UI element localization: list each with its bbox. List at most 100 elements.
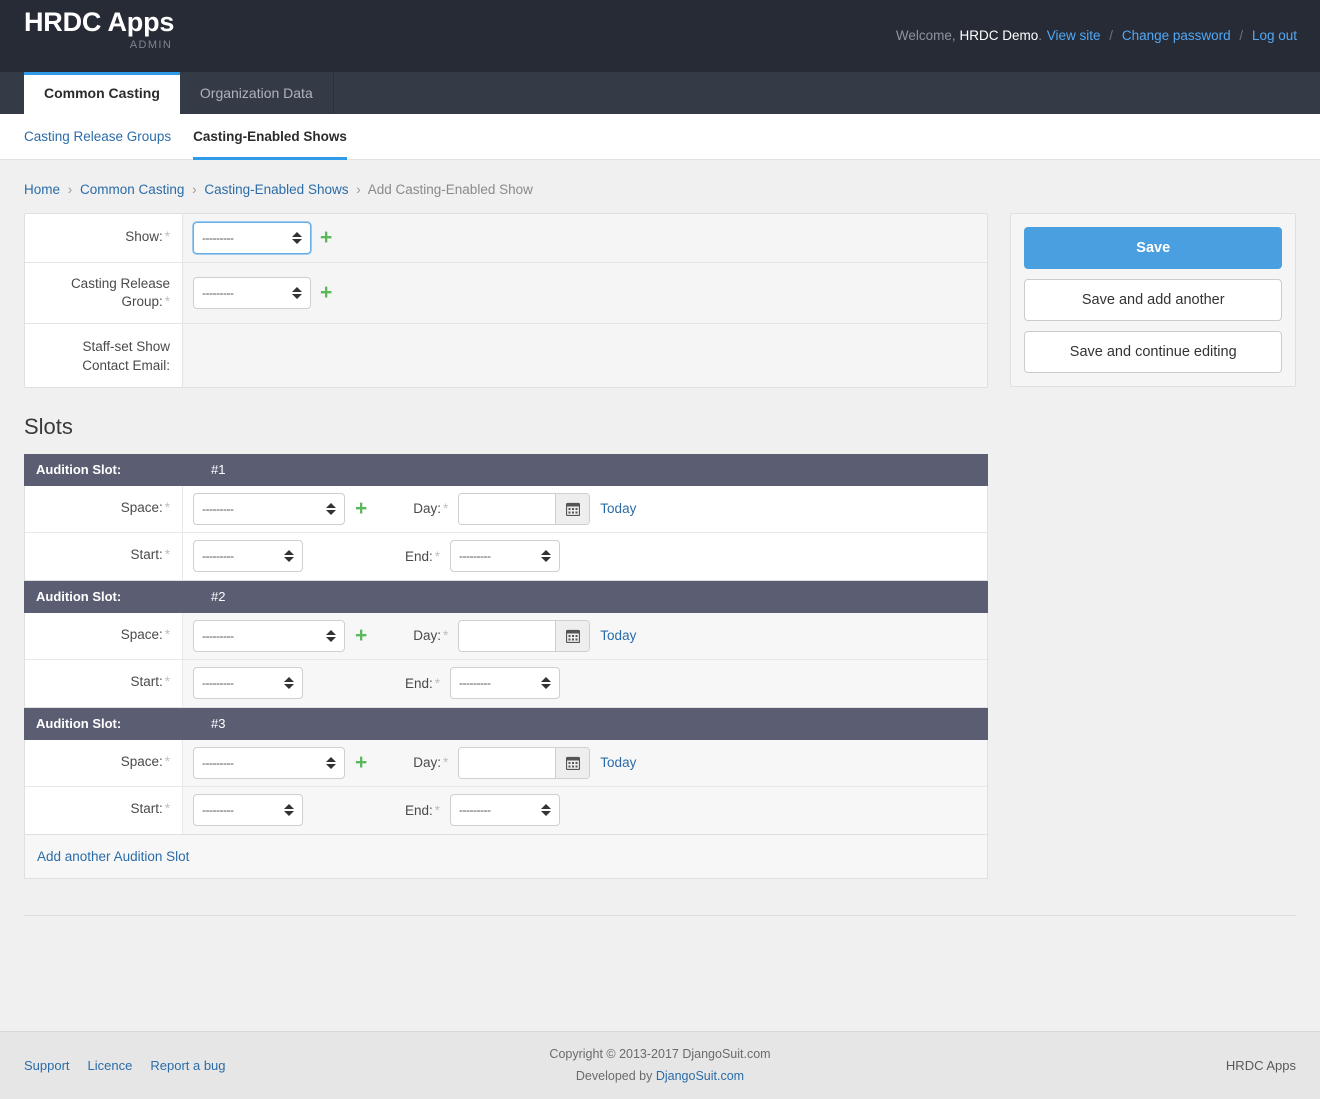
- save-button[interactable]: Save: [1024, 227, 1282, 269]
- today-link-2[interactable]: Today: [600, 628, 636, 643]
- slot-label-start: Start: *: [25, 532, 183, 580]
- content-bottom-divider: [24, 914, 1296, 916]
- slot-control-space-day: --------- + Day: * Today: [183, 612, 988, 659]
- day-field-3[interactable]: [458, 746, 591, 779]
- required-marker: *: [164, 800, 170, 816]
- space-select-2[interactable]: ---------: [193, 619, 345, 652]
- end-select-value: ---------: [459, 549, 491, 564]
- subnav-item-casting-release-groups[interactable]: Casting Release Groups: [24, 114, 171, 160]
- calendar-icon[interactable]: [555, 493, 590, 524]
- day-input-2[interactable]: [459, 620, 556, 651]
- add-show-button[interactable]: +: [320, 227, 332, 248]
- slot-label-day: Day: *: [413, 755, 448, 770]
- brand-subtitle: ADMIN: [129, 39, 173, 51]
- add-space-button-3[interactable]: +: [355, 752, 367, 773]
- tab-organization-data[interactable]: Organization Data: [180, 72, 334, 114]
- day-field-2[interactable]: [458, 619, 591, 652]
- end-select-3[interactable]: ---------: [450, 794, 561, 827]
- report-a-bug-link[interactable]: Report a bug: [150, 1058, 225, 1073]
- slot-label-space: Space: *: [25, 485, 183, 532]
- label-text: End:: [405, 675, 433, 691]
- space-select-3[interactable]: ---------: [193, 746, 345, 779]
- field-control-staff-set-contact-email: [183, 324, 988, 387]
- end-select-1[interactable]: ---------: [450, 540, 561, 573]
- label-text: End:: [405, 548, 433, 564]
- licence-link[interactable]: Licence: [88, 1058, 133, 1073]
- footer-links: Support Licence Report a bug: [24, 1058, 324, 1073]
- slot-header-label: Audition Slot:: [36, 716, 122, 732]
- slot-header-1: Audition Slot: #1: [24, 453, 989, 486]
- chevron-updown-icon: [284, 548, 294, 564]
- slots-title: Slots: [24, 413, 73, 439]
- djangosuit-link[interactable]: DjangoSuit.com: [656, 1069, 744, 1083]
- logout-link[interactable]: Log out: [1252, 28, 1297, 43]
- slot-label-day: Day: *: [413, 501, 448, 516]
- start-select-3[interactable]: ---------: [193, 794, 303, 827]
- day-input-1[interactable]: [459, 493, 556, 524]
- required-marker: *: [164, 673, 170, 689]
- save-and-add-another-button[interactable]: Save and add another: [1024, 279, 1282, 321]
- chevron-updown-icon: [284, 675, 294, 691]
- slot-row-space-day: Space: * --------- + Day: * Today: [25, 485, 988, 533]
- day-field-1[interactable]: [458, 492, 591, 525]
- submit-column: Save Save and add another Save and conti…: [1010, 213, 1296, 387]
- label-text: Casting Release Group:: [70, 276, 170, 310]
- view-site-link[interactable]: View site: [1047, 28, 1101, 43]
- subnav-item-casting-enabled-shows[interactable]: Casting-Enabled Shows: [193, 114, 347, 160]
- show-select-value: ---------: [202, 231, 234, 245]
- slot-label-space: Space: *: [25, 612, 183, 659]
- slot-row-space-day: Space: * --------- + Day: * Today: [25, 739, 988, 787]
- label-text: Space:: [120, 499, 163, 515]
- support-link[interactable]: Support: [24, 1058, 70, 1073]
- slot-label-end: End: *: [405, 549, 440, 564]
- day-input-3[interactable]: [459, 747, 556, 778]
- start-select-2[interactable]: ---------: [193, 667, 303, 700]
- add-another-audition-slot-link[interactable]: Add another Audition Slot: [37, 849, 189, 864]
- brand-title: HRDC Apps: [24, 7, 175, 37]
- tab-common-casting[interactable]: Common Casting: [24, 72, 180, 114]
- copyright-text: Copyright © 2013-2017 DjangoSuit.com: [549, 1046, 771, 1061]
- field-label-show: Show: *: [25, 214, 183, 262]
- space-select-1[interactable]: ---------: [193, 492, 345, 525]
- calendar-icon[interactable]: [555, 747, 590, 778]
- breadcrumb-casting-enabled-shows[interactable]: Casting-Enabled Shows: [204, 182, 348, 197]
- end-select-2[interactable]: ---------: [450, 667, 561, 700]
- welcome-period: .: [1038, 28, 1042, 43]
- slot-header-label: Audition Slot:: [36, 462, 122, 478]
- add-space-button-2[interactable]: +: [355, 625, 367, 646]
- start-select-1[interactable]: ---------: [193, 540, 303, 573]
- slot-number: #2: [211, 589, 226, 605]
- label-text: Show:: [125, 229, 163, 244]
- label-text: Space:: [120, 753, 163, 769]
- breadcrumb: Home › Common Casting › Casting-Enabled …: [0, 160, 1320, 213]
- breadcrumb-common-casting[interactable]: Common Casting: [80, 182, 184, 197]
- slot-label-start: Start: *: [25, 659, 183, 707]
- developed-prefix: Developed by: [575, 1068, 656, 1083]
- slot-label-day: Day: *: [413, 628, 448, 643]
- show-select[interactable]: ---------: [193, 222, 311, 254]
- change-password-link[interactable]: Change password: [1122, 28, 1231, 43]
- breadcrumb-home[interactable]: Home: [24, 182, 60, 197]
- label-text: Start:: [130, 673, 163, 689]
- breadcrumb-sep: ›: [356, 182, 361, 197]
- casting-release-group-select-value: ---------: [202, 286, 234, 301]
- field-label-casting-release-group: Casting Release Group: *: [25, 263, 183, 324]
- required-marker: *: [434, 675, 441, 691]
- required-marker: *: [164, 753, 170, 769]
- save-and-continue-editing-button[interactable]: Save and continue editing: [1024, 331, 1282, 373]
- add-casting-release-group-button[interactable]: +: [320, 282, 332, 303]
- slot-label-space: Space: *: [25, 739, 183, 786]
- field-label-staff-set-contact-email: Staff-set Show Contact Email:: [25, 324, 183, 387]
- slot-label-end: End: *: [405, 803, 440, 818]
- slot-control-start-end: --------- End: * ---------: [183, 786, 988, 834]
- casting-release-group-select[interactable]: ---------: [193, 277, 311, 310]
- required-marker: *: [443, 628, 449, 644]
- today-link-1[interactable]: Today: [600, 501, 636, 516]
- slot-label-start: Start: *: [25, 786, 183, 834]
- add-space-button-1[interactable]: +: [355, 498, 367, 519]
- field-row-staff-set-contact-email: Staff-set Show Contact Email:: [25, 324, 988, 387]
- usertools-sep-2: /: [1239, 28, 1244, 43]
- calendar-icon[interactable]: [555, 620, 590, 651]
- today-link-3[interactable]: Today: [600, 755, 636, 770]
- slot-label-end: End: *: [405, 676, 440, 691]
